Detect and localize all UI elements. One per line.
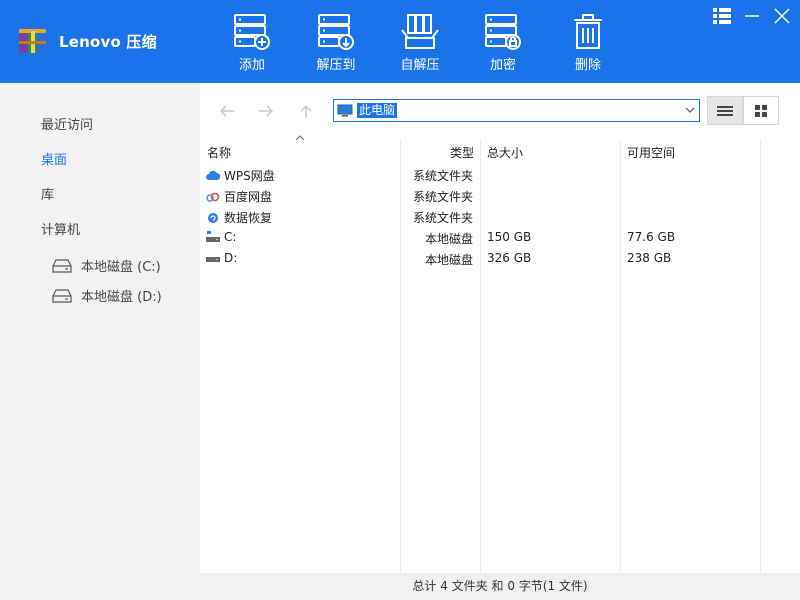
chevron-down-icon[interactable]	[685, 105, 695, 115]
grid-view-icon	[755, 104, 767, 117]
table-row[interactable]: 百度网盘 系统文件夹	[200, 185, 800, 206]
drive-icon	[206, 257, 220, 262]
row-total: 150 GB	[487, 230, 532, 244]
toolbar: Lenovo 压缩 添加 解压到 自解压 加密 删除	[0, 0, 800, 83]
sort-ascending-icon	[295, 135, 305, 141]
hard-drive-icon	[52, 258, 72, 273]
table-row[interactable]: D: 本地磁盘 326 GB 238 GB	[200, 248, 800, 269]
table-row[interactable]: C: 本地磁盘 150 GB 77.6 GB	[200, 227, 800, 248]
row-name: C:	[206, 230, 236, 244]
close-button[interactable]	[771, 6, 793, 26]
cloud-icon	[206, 170, 220, 180]
self-extract-button[interactable]: 自解压	[390, 12, 450, 73]
row-free: 77.6 GB	[627, 230, 676, 244]
app-title: Lenovo 压缩	[59, 32, 157, 51]
lock-icon	[485, 14, 521, 50]
sidebar-drive-d-label: 本地磁盘 (D:)	[81, 290, 162, 305]
grid-menu-icon	[713, 8, 731, 24]
encrypt-label: 加密	[489, 58, 516, 73]
sidebar-item-drive-c[interactable]: 本地磁盘 (C:)	[52, 256, 161, 275]
row-name-text: C:	[224, 230, 237, 244]
add-icon	[234, 14, 270, 50]
status-bar: 总计 4 文件夹 和 0 字节(1 文件)	[200, 573, 800, 600]
sidebar: 最近访问 桌面 库 计算机 本地磁盘 (C:) 本地磁盘 (D:)	[0, 83, 200, 600]
data-recovery-icon	[208, 212, 218, 223]
list-view-icon	[717, 105, 733, 116]
brand: Lenovo 压缩	[17, 27, 157, 55]
delete-label: 删除	[574, 58, 601, 73]
address-path: 此电脑	[357, 103, 398, 118]
table-row[interactable]: 数据恢复 系统文件夹	[200, 206, 800, 227]
file-pane: 此电脑 名称 类型 总大小 可用空间 WPS网盘 系统文件夹 百度网盘 系统文件…	[200, 83, 800, 573]
row-type: 系统文件夹	[413, 211, 474, 225]
row-name: D:	[206, 251, 237, 265]
arrow-up-icon	[300, 104, 312, 118]
column-header-total[interactable]: 总大小	[487, 144, 523, 161]
sidebar-item-library[interactable]: 库	[41, 184, 54, 203]
menu-button[interactable]	[711, 6, 733, 26]
grid-view-button[interactable]	[743, 96, 779, 125]
close-icon	[774, 8, 790, 24]
row-name: WPS网盘	[206, 167, 275, 184]
extract-to-button[interactable]: 解压到	[306, 12, 366, 73]
column-header-free[interactable]: 可用空间	[627, 144, 675, 161]
column-header-name[interactable]: 名称	[207, 144, 231, 161]
row-name-text: 百度网盘	[224, 190, 273, 204]
address-bar[interactable]: 此电脑	[333, 99, 700, 122]
table-row[interactable]: WPS网盘 系统文件夹	[200, 164, 800, 185]
row-free: 238 GB	[627, 251, 672, 265]
monitor-icon	[337, 104, 353, 117]
minimize-icon	[745, 15, 759, 17]
winrar-logo-icon	[19, 29, 46, 53]
back-button[interactable]	[218, 103, 236, 119]
extract-icon	[318, 14, 354, 50]
row-type: 本地磁盘	[425, 232, 474, 246]
sidebar-drive-c-label: 本地磁盘 (C:)	[81, 260, 161, 275]
row-type: 系统文件夹	[413, 169, 474, 183]
sidebar-item-drive-d[interactable]: 本地磁盘 (D:)	[52, 286, 162, 305]
sidebar-item-recent[interactable]: 最近访问	[41, 114, 93, 133]
delete-button[interactable]: 删除	[558, 12, 618, 73]
sidebar-item-computer[interactable]: 计算机	[41, 219, 80, 238]
row-total: 326 GB	[487, 251, 532, 265]
up-button[interactable]	[297, 103, 315, 119]
add-label: 添加	[238, 58, 265, 73]
add-button[interactable]: 添加	[222, 12, 282, 73]
list-view-button[interactable]	[707, 96, 743, 125]
drive-c-icon	[206, 231, 220, 242]
sidebar-item-desktop[interactable]: 桌面	[41, 149, 67, 168]
arrow-right-icon	[259, 105, 274, 117]
row-name-text: 数据恢复	[224, 211, 273, 225]
row-type: 本地磁盘	[425, 253, 474, 267]
trash-icon	[574, 14, 602, 49]
arrow-left-icon	[219, 105, 234, 117]
row-name-text: WPS网盘	[224, 169, 275, 183]
extract-to-label: 解压到	[316, 58, 356, 73]
row-name: 百度网盘	[206, 188, 272, 205]
hard-drive-icon	[52, 288, 72, 303]
self-extract-icon	[401, 14, 439, 49]
minimize-button[interactable]	[741, 6, 763, 26]
row-name: 数据恢复	[206, 209, 272, 226]
encrypt-button[interactable]: 加密	[473, 12, 533, 73]
baidu-cloud-icon	[206, 192, 220, 202]
column-header-type[interactable]: 类型	[450, 144, 474, 161]
self-extract-label: 自解压	[400, 58, 440, 73]
row-type: 系统文件夹	[413, 190, 474, 204]
forward-button[interactable]	[257, 103, 275, 119]
row-name-text: D:	[224, 251, 238, 265]
